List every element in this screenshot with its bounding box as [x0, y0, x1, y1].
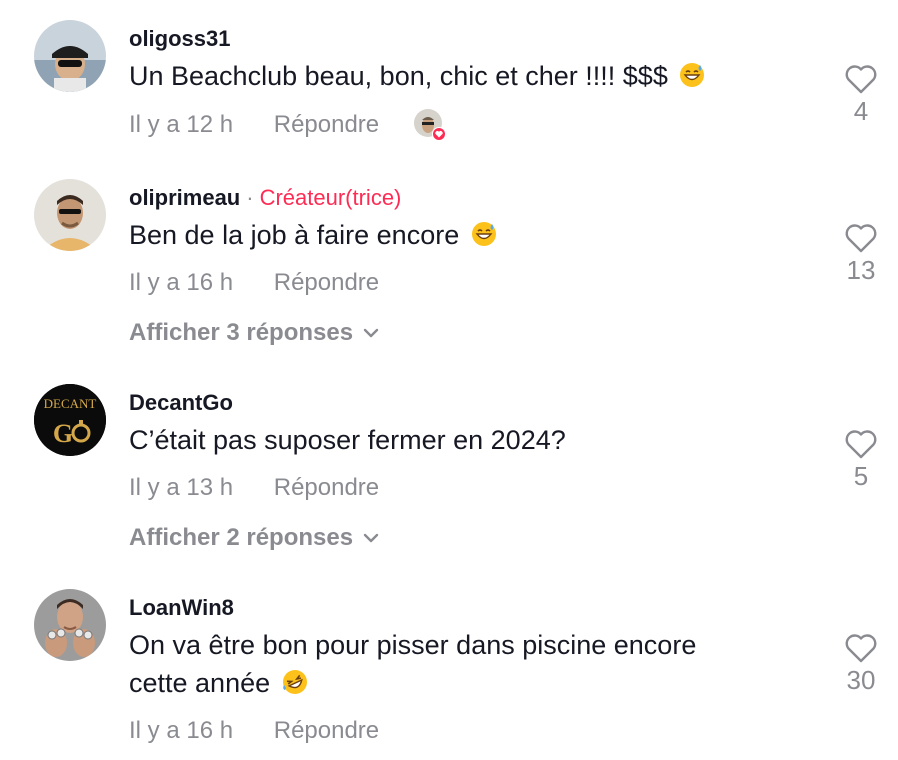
comment-meta: Il y a 16 h Répondre — [129, 269, 379, 297]
heart-outline-icon — [845, 430, 877, 459]
comment-timestamp: Il y a 16 h — [129, 269, 234, 296]
view-replies-button[interactable]: Afficher 3 réponses — [129, 319, 379, 347]
comment-timestamp: Il y a 13 h — [129, 474, 234, 501]
comment-username[interactable]: DecantGo — [129, 390, 233, 416]
like-button[interactable]: 4 — [840, 64, 882, 127]
comment-text: Un Beachclub beau, bon, chic et cher !!!… — [129, 57, 819, 95]
like-count: 30 — [846, 665, 876, 695]
like-button[interactable]: 30 — [840, 633, 882, 696]
comment-timestamp: Il y a 12 h — [129, 111, 234, 138]
heart-outline-icon — [845, 65, 877, 94]
like-button[interactable]: 13 — [840, 223, 882, 286]
comment-text: C’était pas suposer fermer en 2024? — [129, 425, 566, 455]
sweat-smile-emoji-icon — [680, 63, 705, 87]
chevron-down-icon — [363, 533, 379, 543]
reply-button[interactable]: Répondre — [274, 269, 379, 296]
chevron-down-icon — [363, 328, 379, 338]
comment-username[interactable]: oliprimeau — [129, 185, 240, 210]
like-button[interactable]: 5 — [840, 429, 882, 492]
comment-meta: Il y a 16 h Répondre — [129, 717, 379, 745]
avatar-oligoss31[interactable] — [34, 20, 106, 92]
comment-timestamp: Il y a 16 h — [129, 717, 234, 744]
avatar-brand-letter: G — [53, 419, 73, 448]
comment-meta: Il y a 13 h Répondre — [129, 474, 379, 502]
comment-meta: Il y a 12 h Répondre — [129, 111, 379, 139]
reply-button[interactable]: Répondre — [274, 111, 379, 138]
rofl-emoji-icon — [282, 670, 307, 694]
reply-button[interactable]: Répondre — [274, 717, 379, 744]
heart-outline-icon — [845, 224, 877, 253]
like-count: 5 — [853, 461, 869, 491]
avatar-decantgo[interactable]: DECANT G — [34, 384, 106, 456]
creator-liked-badge — [413, 108, 446, 141]
comment-username[interactable]: LoanWin8 — [129, 595, 234, 621]
avatar-loanwin8[interactable] — [34, 589, 106, 661]
reply-button[interactable]: Répondre — [274, 474, 379, 501]
creator-badge: Créateur(trice) — [259, 185, 402, 210]
heart-outline-icon — [845, 634, 877, 663]
like-count: 13 — [846, 255, 876, 285]
comment-text: Ben de la job à faire encore — [129, 216, 819, 254]
avatar-oliprimeau[interactable] — [34, 179, 106, 251]
comment-username-row: oliprimeau · Créateur(trice) — [129, 185, 401, 211]
separator: · — [246, 185, 254, 210]
sweat-smile-emoji-icon — [471, 222, 496, 246]
comment-text: On va être bon pour pisser dans piscine … — [129, 630, 697, 698]
comment-username[interactable]: oligoss31 — [129, 26, 230, 52]
avatar-brand-text: DECANT — [44, 396, 97, 411]
like-count: 4 — [853, 96, 869, 126]
view-replies-button[interactable]: Afficher 2 réponses — [129, 524, 379, 552]
